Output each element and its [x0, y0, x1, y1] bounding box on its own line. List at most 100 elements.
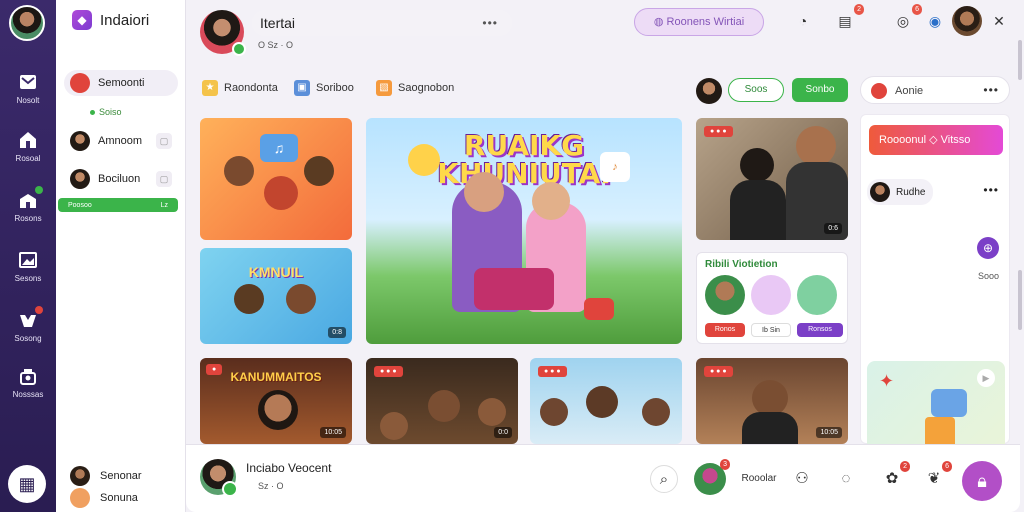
music-note-icon: ♪ [600, 152, 630, 182]
activity-header[interactable]: Aonie ••• [860, 76, 1010, 104]
alert-banner-button[interactable]: Roooonul ◇ Vitsso [869, 125, 1003, 155]
video-tile[interactable]: ● ● ● 0:0 [366, 358, 518, 444]
video-tile[interactable]: KMNUIL 0:8 [200, 248, 352, 344]
user-icon[interactable]: ⚇ [788, 465, 816, 493]
notification-icon[interactable]: ▤ 2 [832, 4, 864, 34]
participant-label: Rooolar [741, 473, 777, 484]
presenter-name: Inciabo Veocent [246, 461, 332, 475]
cartoon-kid [264, 176, 298, 210]
treasure-box [474, 268, 554, 310]
left-rail: Nosolt Rosoal Rosons Sesons Sosong Nosss… [0, 0, 56, 512]
close-icon[interactable]: ✕ [986, 8, 1012, 34]
poll-option-button[interactable]: Ronos [705, 323, 745, 337]
notify-badge: 3 [720, 459, 730, 470]
rail-item-building[interactable]: Rosons [0, 186, 56, 223]
avatar[interactable] [696, 78, 722, 104]
rail-label: Sosong [14, 334, 42, 343]
more-icon[interactable]: ••• [482, 10, 498, 36]
gift-icon[interactable]: ❦ 6 [920, 461, 952, 493]
join-button[interactable]: Sonbo [792, 78, 848, 102]
channel-action-icon[interactable]: ▢ [156, 171, 172, 187]
chat-bubble-icon[interactable]: ◔ [790, 8, 816, 34]
video-tile[interactable]: ♫ [200, 118, 352, 240]
play-icon[interactable]: ▶ [977, 369, 995, 387]
duration-label: 0:8 [328, 327, 346, 338]
rail-label: Rosons [14, 214, 42, 223]
video-tile[interactable]: ● KANUMMAITOS 10:05 [200, 358, 352, 444]
host-title: Itertai [260, 15, 296, 31]
settings-circle-icon[interactable]: ◉ [922, 8, 948, 34]
brand-logo-icon: ◆ [72, 10, 92, 30]
rail-item-image[interactable]: Sesons [0, 250, 56, 283]
user-avatar[interactable] [952, 6, 982, 36]
host-avatar[interactable] [200, 10, 246, 56]
live-pill-button[interactable]: ◍ Roonens Wirtiai [634, 8, 764, 36]
footer-user-name: Sonuna [100, 492, 138, 504]
follow-button[interactable]: Soos [728, 78, 784, 102]
emoji-face [408, 144, 440, 176]
search-icon[interactable]: ⌕ [650, 465, 678, 493]
activity-icon[interactable]: ◎ 6 [890, 4, 922, 34]
participant-avatar[interactable]: 3 [694, 459, 730, 495]
more-icon[interactable]: ••• [983, 83, 999, 97]
duration-label: 10:05 [816, 427, 842, 438]
channel-item[interactable]: Amnoom ▢ [64, 128, 178, 154]
channel-name: Semoonti [98, 77, 145, 89]
active-channel-bar[interactable]: Poosoo Lz [58, 198, 178, 212]
notify-badge: 2 [900, 461, 910, 472]
person-body [742, 412, 798, 444]
footer-user-name: Senonar [100, 470, 142, 482]
activity-image[interactable]: ✦ ▶ [867, 361, 1005, 451]
poll-title: Ribili Viotietion [705, 259, 778, 270]
robot-icon [931, 389, 967, 417]
avatar [70, 488, 90, 508]
chat-icon[interactable]: ◌ [832, 465, 860, 493]
rail-item-gift[interactable]: Nosssas [0, 366, 56, 399]
scrollbar[interactable] [1018, 270, 1022, 330]
live-pill-label: Roonens Wirtiai [666, 16, 745, 28]
person-body [730, 180, 786, 240]
tab-3[interactable]: ▧ Saognobon [376, 80, 454, 96]
reaction-icon[interactable]: ✿ 2 [878, 461, 910, 493]
host-meta: O Sz · O [258, 40, 294, 50]
footer-user[interactable]: Senonar [70, 466, 142, 486]
video-tile[interactable]: ● ● ● 10:05 [696, 358, 848, 444]
notify-badge: 6 [942, 461, 952, 472]
duration-label: 10:05 [320, 427, 346, 438]
channel-item[interactable]: Bociluon ▢ [64, 166, 178, 192]
rail-item-mail[interactable]: Nosolt [0, 72, 56, 105]
footer-user[interactable]: Sonuna [70, 488, 138, 508]
channel-item-active[interactable]: Semoonti [64, 70, 178, 96]
poll-option-image[interactable] [751, 275, 791, 315]
poll-option-avatar[interactable] [705, 275, 745, 315]
lock-icon[interactable]: ⊕ [977, 237, 999, 259]
apps-grid-button[interactable]: ▦ [8, 465, 46, 503]
poll-option-button[interactable]: Ib Sin [751, 323, 791, 337]
building-icon [18, 186, 43, 210]
scrollbar[interactable] [1018, 40, 1022, 80]
live-tag: ● ● ● [374, 366, 403, 377]
person-face [752, 380, 788, 416]
lock-action-button[interactable]: 🔒︎ [962, 461, 1002, 501]
featured-video-tile[interactable]: RUAIKG KHUNIUTAI ♪ [366, 118, 682, 344]
tab-2[interactable]: ▣ Soriboo [294, 80, 354, 96]
profile-avatar[interactable] [9, 5, 45, 41]
host-title-field[interactable]: Itertai ••• [252, 10, 512, 36]
rail-item-puzzle[interactable]: Sosong [0, 306, 56, 343]
poll-option-image[interactable] [797, 275, 837, 315]
poll-option-button[interactable]: Ronsos [797, 323, 843, 337]
more-icon[interactable]: ••• [983, 183, 999, 197]
rail-label: Rosoal [15, 154, 41, 163]
poll-card[interactable]: Ribili Viotietion Ronos Ib Sin Ronsos [696, 252, 848, 344]
channel-action-icon[interactable]: ▢ [156, 133, 172, 149]
tab-1[interactable]: ★ Raondonta [202, 80, 278, 96]
presenter-avatar[interactable] [200, 459, 238, 497]
video-tile[interactable]: ● ● ● 0:6 [696, 118, 848, 240]
channel-sub-item[interactable]: Soiso [90, 107, 122, 117]
video-tile[interactable]: ● ● ● [530, 358, 682, 444]
cartoon-kid [286, 284, 316, 314]
activity-user-chip[interactable]: Rudhe [867, 179, 934, 205]
cartoon-girl-face [532, 182, 570, 220]
rail-item-home[interactable]: Rosoal [0, 130, 56, 163]
person-face [540, 398, 568, 426]
